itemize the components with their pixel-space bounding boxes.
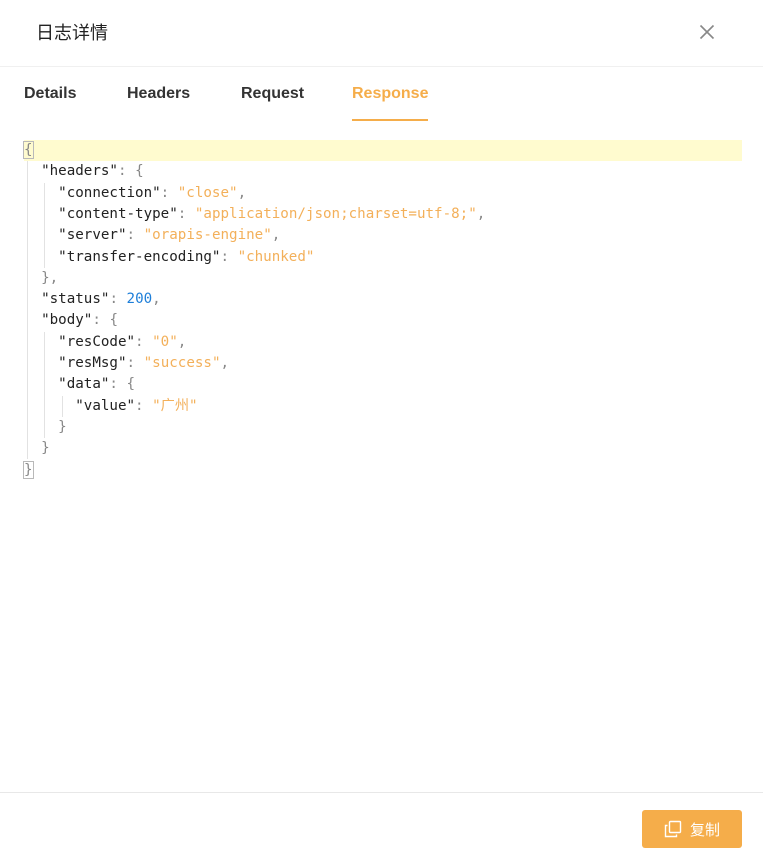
indent-guide — [27, 161, 28, 460]
copy-button[interactable]: 复制 — [642, 810, 742, 848]
log-detail-modal: 日志详情 Details Headers Request Response { … — [0, 0, 763, 855]
close-icon — [699, 24, 715, 40]
json-line: "server": "orapis-engine", — [58, 227, 281, 244]
indent-guide — [44, 331, 46, 439]
json-line: "resMsg": "success", — [58, 355, 230, 371]
json-line: "body": { — [41, 312, 118, 329]
json-line: }, — [41, 269, 59, 286]
json-line: "resCode": "0", — [58, 333, 187, 350]
indent-guide — [61, 395, 63, 417]
json-line: "connection": "close", — [58, 184, 247, 201]
modal-footer: 复制 — [0, 792, 763, 855]
json-line: { — [23, 140, 742, 162]
json-line: } — [41, 440, 50, 457]
tab-response[interactable]: Response — [352, 83, 429, 121]
json-viewer[interactable]: { "headers": { "connection": "close", "c… — [23, 140, 742, 485]
tab-headers[interactable]: Headers — [127, 83, 190, 119]
modal-header: 日志详情 — [0, 0, 763, 67]
tab-details[interactable]: Details — [24, 83, 76, 119]
json-line: "content-type": "application/json;charse… — [58, 205, 486, 222]
json-line: "value": "广州" — [75, 397, 198, 414]
indent-guide — [44, 182, 46, 268]
json-line: } — [58, 418, 67, 435]
json-line: "headers": { — [41, 163, 144, 180]
tab-request[interactable]: Request — [241, 83, 304, 119]
json-line: "data": { — [58, 376, 136, 393]
tab-bar: Details Headers Request Response — [0, 67, 763, 121]
json-line: "status": 200, — [41, 291, 161, 308]
copy-button-label: 复制 — [689, 820, 720, 839]
modal-title: 日志详情 — [36, 23, 108, 44]
close-button[interactable] — [692, 17, 722, 47]
copy-icon — [664, 820, 682, 838]
json-line: "transfer-encoding": "chunked" — [58, 248, 315, 265]
json-line: } — [23, 460, 34, 479]
